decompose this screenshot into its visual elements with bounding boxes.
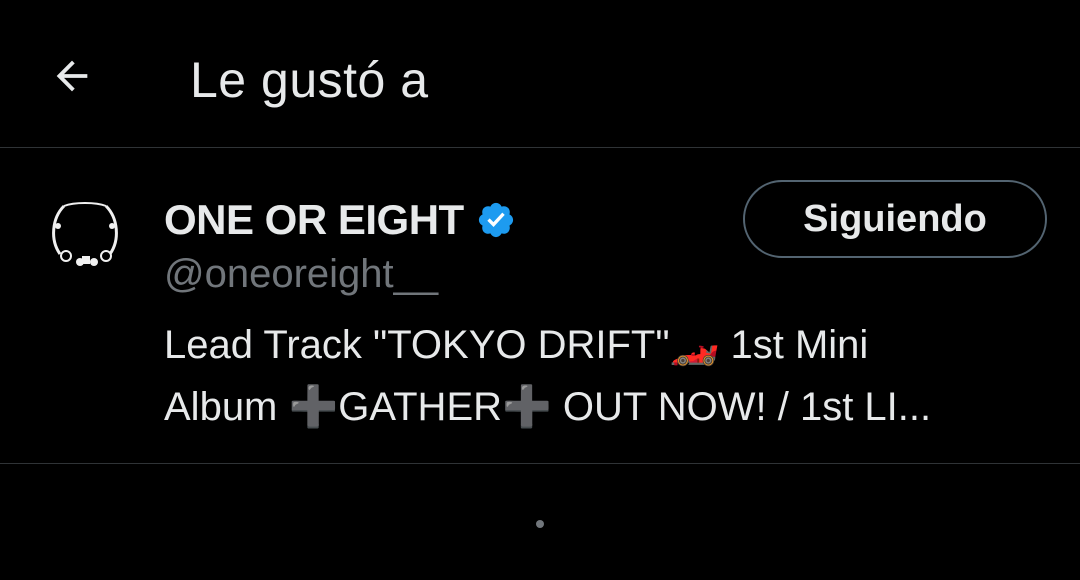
- bio-line-1: Lead Track "TOKYO DRIFT"🏎️ 1st Mini: [164, 323, 869, 367]
- back-button[interactable]: [40, 44, 104, 108]
- arrow-left-icon: [56, 60, 88, 92]
- bio-line-2: Album ➕GATHER➕ OUT NOW! / 1st LI...: [164, 385, 932, 429]
- avatar[interactable]: [42, 192, 128, 278]
- user-handle[interactable]: @oneoreight__: [164, 250, 438, 298]
- user-name-line[interactable]: ONE OR EIGHT: [164, 192, 516, 248]
- user-display-name[interactable]: ONE OR EIGHT: [164, 196, 464, 244]
- user-cell[interactable]: ONE OR EIGHT @oneoreight__ Lead Track "T…: [0, 148, 1080, 464]
- loading-indicator: [536, 520, 544, 528]
- top-app-bar: Le gustó a: [0, 0, 1080, 148]
- verified-badge-icon: [476, 200, 516, 240]
- user-bio: Lead Track "TOKYO DRIFT"🏎️ 1st Mini Albu…: [164, 314, 1044, 438]
- avatar-image: [42, 192, 128, 278]
- following-button[interactable]: Siguiendo: [743, 180, 1047, 258]
- page-title: Le gustó a: [190, 52, 429, 108]
